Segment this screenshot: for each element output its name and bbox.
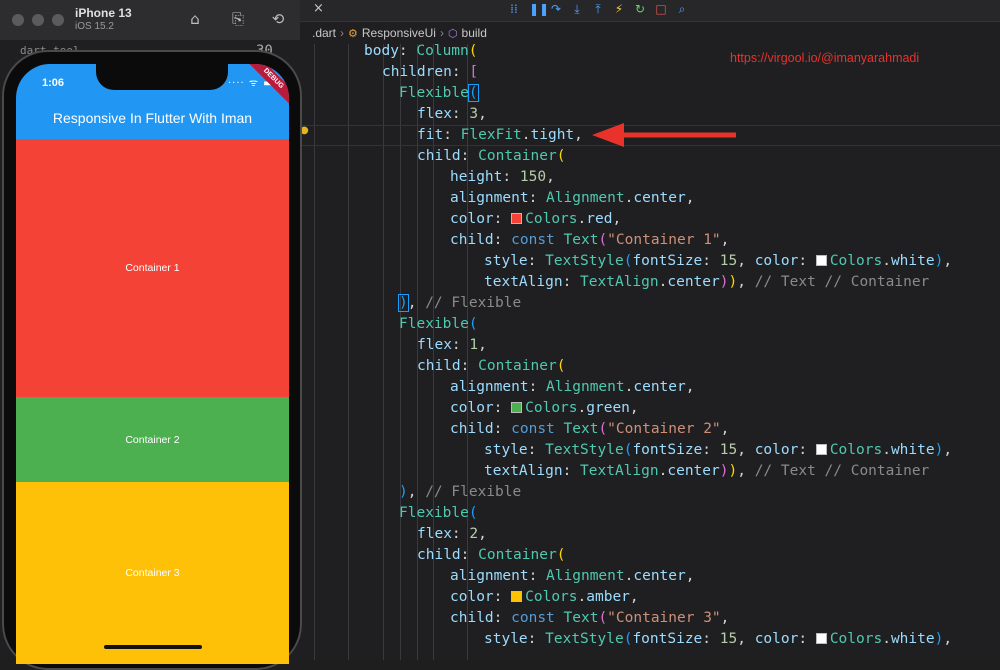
code-line: alignment: Alignment.center,: [450, 190, 695, 206]
color-swatch-red: [511, 213, 523, 224]
code-line: child: const Text("Container 3",: [450, 610, 730, 626]
inspector-icon[interactable]: ⌕: [676, 2, 688, 17]
breadcrumb-class[interactable]: ResponsiveUi: [362, 26, 436, 40]
rotate-icon[interactable]: ⟲: [268, 10, 288, 28]
class-icon: ⚙: [348, 27, 358, 40]
code-line: style: TextStyle(fontSize: 15, color: Co…: [484, 442, 953, 458]
code-line: color: Colors.green,: [450, 400, 639, 416]
window-close-button[interactable]: [12, 14, 24, 26]
chevron-right-icon: ›: [439, 26, 444, 40]
os-version: iOS 15.2: [75, 21, 114, 32]
stop-icon[interactable]: □: [655, 2, 667, 16]
code-line: Flexible(: [399, 84, 479, 102]
code-line: fit: FlexFit.tight,: [417, 127, 583, 143]
code-line: textAlign: TextAlign.center)), // Text /…: [484, 463, 930, 479]
hot-restart-icon[interactable]: ↻: [634, 2, 646, 16]
container-3-label: Container 3: [125, 567, 180, 579]
color-swatch-white: [815, 255, 827, 266]
container-3: Container 3: [16, 482, 289, 664]
pause-icon[interactable]: ❚❚: [529, 2, 549, 16]
hot-reload-icon[interactable]: ⚡: [613, 2, 625, 16]
home-icon[interactable]: ⌂: [185, 10, 205, 28]
phone-notch: [96, 64, 228, 90]
code-line: ), // Flexible: [399, 484, 522, 500]
container-2-label: Container 2: [125, 433, 180, 446]
phone-screen[interactable]: 1:06 ···· ᯤ ▬ DEBUG Responsive In Flutte…: [16, 64, 289, 664]
debug-toolbar: ⁞⁞ ❚❚ ↷ ⤓ ⤒ ⚡ ↻ □ ⌕: [508, 0, 688, 18]
code-line: height: 150,: [450, 169, 555, 185]
url-annotation: https://virgool.io/@imanyarahmadi: [730, 51, 920, 65]
color-swatch-white: [815, 444, 827, 455]
status-time: 1:06: [42, 77, 65, 89]
code-line: flex: 3,: [417, 106, 487, 122]
code-line: Flexible(: [399, 505, 478, 521]
code-line: children: [: [382, 64, 479, 80]
method-icon: ⬡: [447, 27, 458, 40]
appbar-title: Responsive In Flutter With Iman: [52, 110, 253, 126]
code-line: style: TextStyle(fontSize: 15, color: Co…: [484, 631, 953, 647]
code-line: alignment: Alignment.center,: [450, 379, 695, 395]
code-line: child: const Text("Container 1",: [450, 232, 730, 248]
code-line: style: TextStyle(fontSize: 15, color: Co…: [484, 253, 953, 269]
color-swatch-white: [815, 633, 827, 644]
breadcrumb-file[interactable]: .dart: [312, 26, 336, 40]
home-indicator[interactable]: [104, 645, 202, 649]
container-2: Container 2: [16, 397, 289, 482]
color-swatch-amber: [511, 591, 523, 602]
container-1: Container 1: [16, 139, 289, 397]
screenshot-icon[interactable]: ⎘: [228, 10, 248, 28]
code-line: flex: 1,: [417, 337, 487, 353]
code-line: flex: 2,: [417, 526, 487, 542]
code-line: textAlign: TextAlign.center)), // Text /…: [484, 274, 930, 290]
device-name: iPhone 13: [75, 6, 132, 20]
code-line: body: Column(: [364, 43, 478, 59]
close-tab-icon[interactable]: ×: [313, 0, 327, 20]
code-line: child: const Text("Container 2",: [450, 421, 730, 437]
chevron-right-icon: ›: [340, 26, 345, 40]
step-into-icon[interactable]: ⤓: [571, 2, 583, 17]
window-minimize-button[interactable]: [32, 14, 44, 26]
code-line: Flexible(: [399, 316, 478, 332]
code-line: child: Container(: [417, 148, 566, 164]
color-swatch-green: [511, 402, 523, 413]
code-line: color: Colors.amber,: [450, 589, 639, 605]
code-line: child: Container(: [417, 358, 566, 374]
breadcrumb-method[interactable]: build: [462, 26, 487, 40]
container-1-label: Container 1: [125, 262, 180, 274]
code-line: color: Colors.red,: [450, 211, 622, 227]
red-arrow-annotation: [592, 123, 736, 147]
code-line: child: Container(: [417, 547, 566, 563]
step-out-icon[interactable]: ⤒: [592, 2, 604, 17]
code-line: alignment: Alignment.center,: [450, 568, 695, 584]
simulator-titlebar: iPhone 13 iOS 15.2 ⌂ ⎘ ⟲: [0, 0, 300, 40]
step-over-icon[interactable]: ↷: [550, 2, 562, 16]
code-line: ), // Flexible: [398, 294, 522, 312]
window-zoom-button[interactable]: [52, 14, 64, 26]
drag-handle-icon[interactable]: ⁞⁞: [508, 2, 520, 16]
